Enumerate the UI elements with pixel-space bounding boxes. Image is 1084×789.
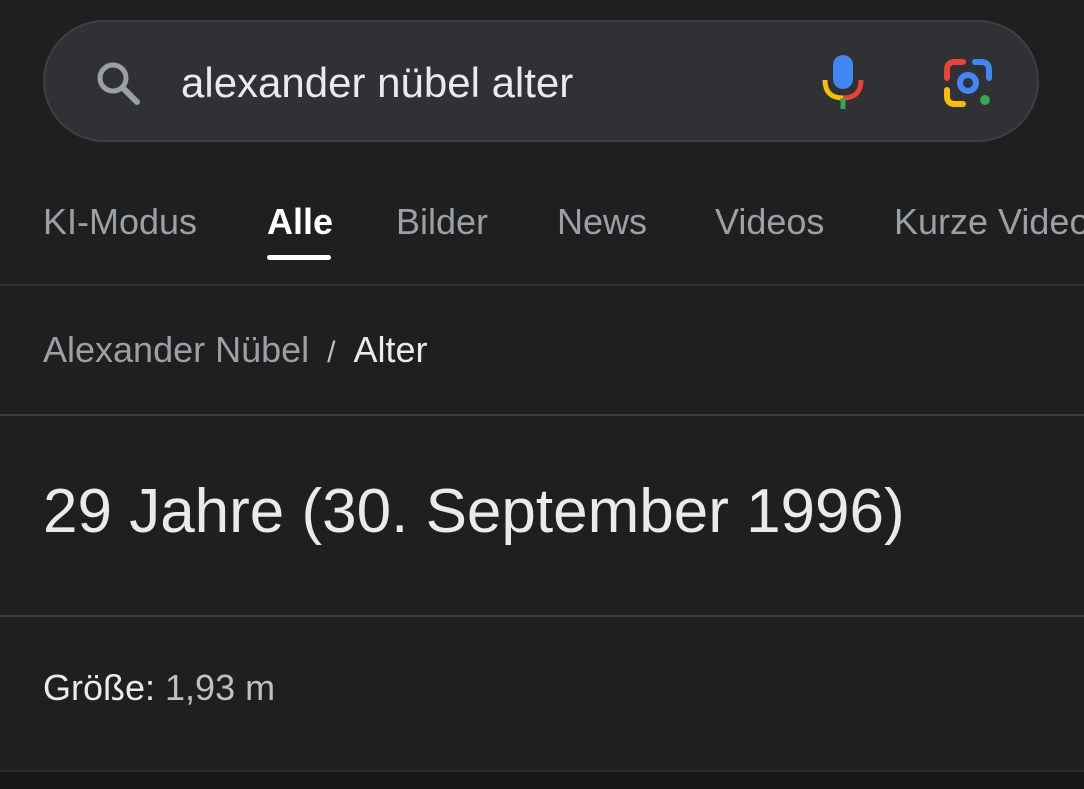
active-tab-indicator bbox=[267, 255, 331, 260]
tab-bilder[interactable]: Bilder bbox=[396, 198, 488, 246]
tab-videos[interactable]: Videos bbox=[715, 198, 824, 246]
search-input[interactable]: alexander nübel alter bbox=[181, 58, 573, 108]
height-label: Größe: bbox=[43, 667, 156, 708]
tab-ki-modus[interactable]: KI-Modus bbox=[43, 198, 197, 246]
google-lens-icon[interactable] bbox=[941, 56, 997, 112]
answer-divider bbox=[0, 615, 1084, 617]
search-bar[interactable]: alexander nübel alter bbox=[43, 20, 1039, 142]
search-results-page: alexander nübel alter KI-Modus Alle Bild… bbox=[0, 0, 1084, 789]
tab-news[interactable]: News bbox=[557, 198, 647, 246]
bottom-section-divider bbox=[0, 770, 1084, 789]
answer-text: 29 Jahre (30. September 1996) bbox=[43, 477, 905, 546]
tab-alle[interactable]: Alle bbox=[267, 198, 333, 246]
microphone-icon[interactable] bbox=[817, 52, 869, 112]
tab-kurze-videos[interactable]: Kurze Videos bbox=[894, 198, 1084, 246]
height-row: Größe: 1,93 m bbox=[43, 664, 275, 712]
height-value: 1,93 m bbox=[165, 667, 276, 708]
breadcrumb-separator: / bbox=[327, 336, 336, 369]
breadcrumb: Alexander Nübel / Alter bbox=[43, 326, 428, 374]
search-icon[interactable] bbox=[93, 58, 143, 108]
search-tabs: KI-Modus Alle Bilder News Videos Kurze V… bbox=[0, 190, 1084, 285]
breadcrumb-current: Alter bbox=[353, 329, 428, 370]
tabs-divider bbox=[0, 284, 1084, 286]
breadcrumb-parent[interactable]: Alexander Nübel bbox=[43, 329, 309, 370]
breadcrumb-divider bbox=[0, 414, 1084, 416]
